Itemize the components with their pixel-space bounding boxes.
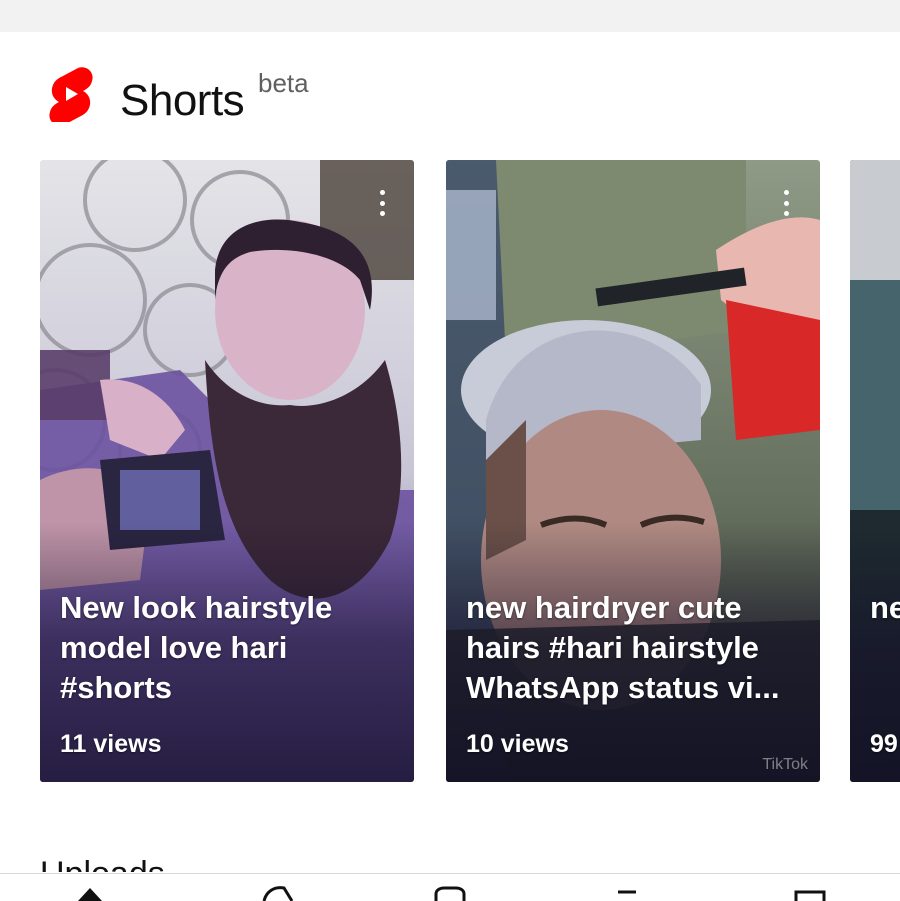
short-title: ne ha bbox=[870, 590, 900, 625]
explore-icon[interactable] bbox=[258, 880, 298, 901]
short-views: 11 views bbox=[60, 730, 162, 758]
short-views: 99 bbox=[870, 730, 898, 758]
shelf-title: Shorts bbox=[120, 76, 245, 125]
short-views: 10 views bbox=[466, 730, 569, 758]
beta-badge: beta bbox=[258, 68, 309, 98]
subscriptions-icon[interactable] bbox=[606, 880, 646, 901]
short-card[interactable]: ne ha 99 bbox=[850, 160, 900, 782]
short-card[interactable]: new hairdryer cute hairs #hari hairstyle… bbox=[446, 160, 820, 782]
top-app-bar bbox=[0, 0, 900, 32]
short-title: new hairdryer cute hairs #hari hairstyle… bbox=[466, 590, 780, 705]
bottom-navigation bbox=[0, 873, 900, 901]
more-vert-icon[interactable] bbox=[370, 186, 394, 220]
home-icon[interactable] bbox=[70, 880, 110, 901]
more-vert-icon[interactable] bbox=[774, 186, 798, 220]
tiktok-watermark: TikTok bbox=[762, 756, 808, 773]
add-icon[interactable] bbox=[430, 880, 470, 901]
shorts-carousel: New look hairstyle model love hari #shor… bbox=[0, 160, 900, 785]
short-title: New look hairstyle model love hari #shor… bbox=[60, 590, 333, 705]
library-icon[interactable] bbox=[790, 880, 830, 901]
short-card[interactable]: New look hairstyle model love hari #shor… bbox=[40, 160, 414, 782]
youtube-shorts-icon bbox=[49, 67, 93, 122]
uploads-section-title: Uploads bbox=[40, 852, 165, 872]
